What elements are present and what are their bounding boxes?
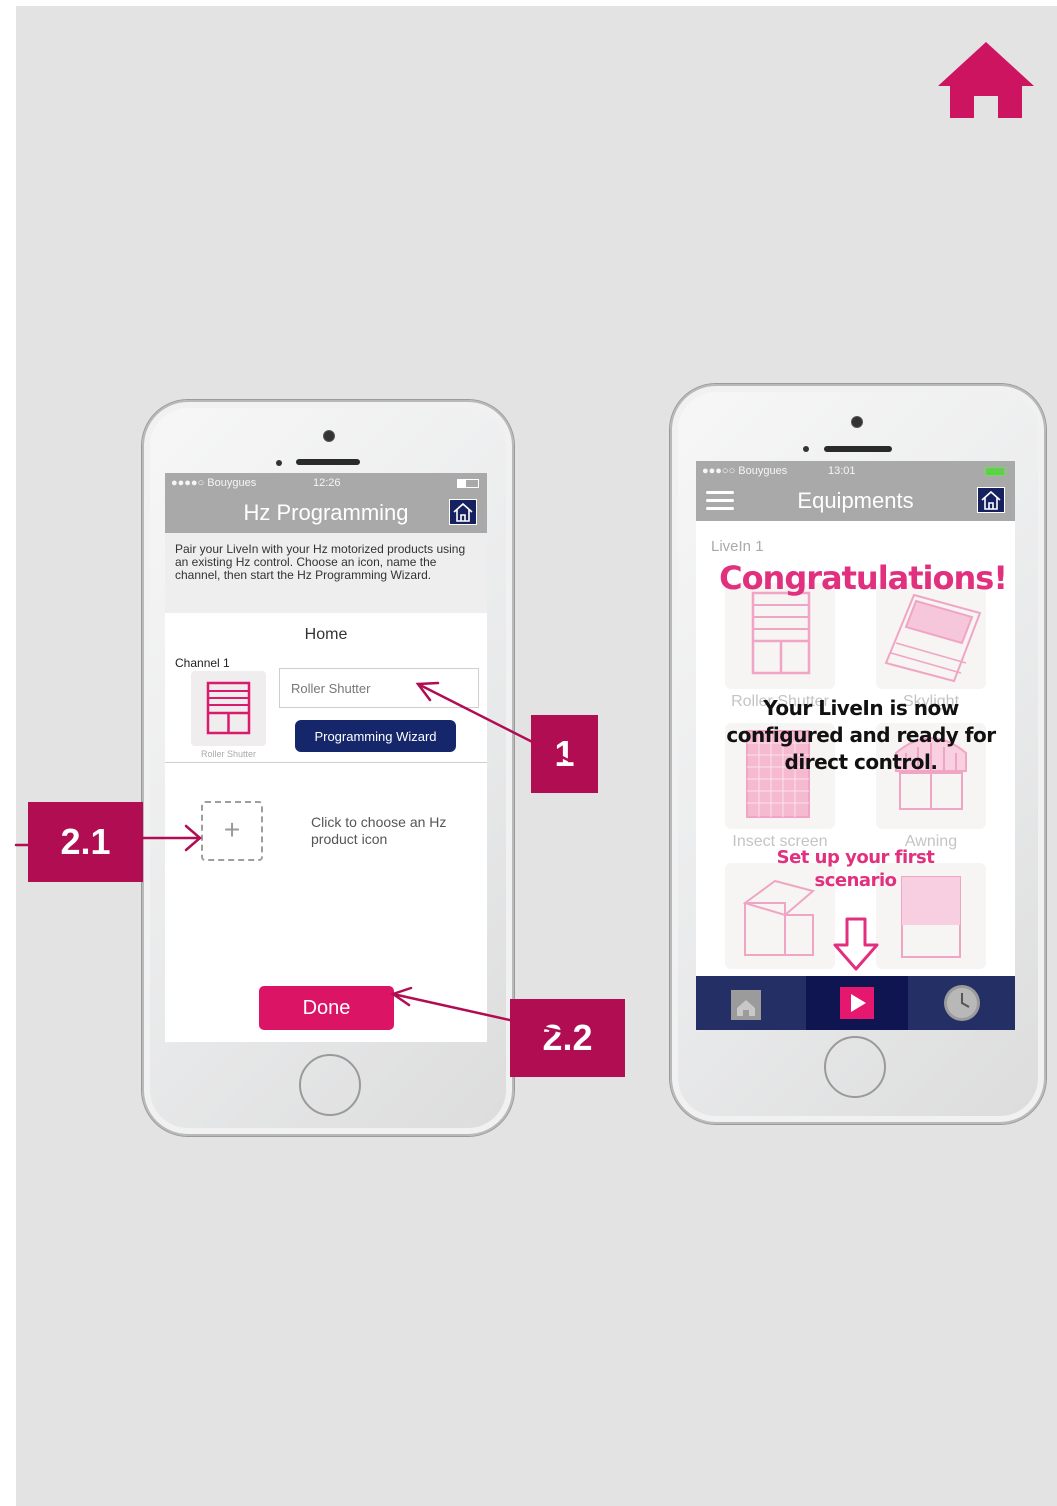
- phone-home-button[interactable]: [299, 1054, 361, 1116]
- channel-name-input[interactable]: Roller Shutter: [279, 668, 479, 708]
- congrats-heading: Congratulations!: [719, 559, 1008, 597]
- divider: [165, 762, 487, 763]
- roller-shutter-tile[interactable]: [725, 583, 835, 689]
- callout-2-1: 2.1: [28, 802, 143, 882]
- status-time: 13:01: [828, 465, 856, 477]
- page-title: Equipments: [797, 488, 914, 513]
- roller-shutter-icon[interactable]: [191, 671, 266, 746]
- front-camera: [323, 430, 335, 442]
- intro-text: Pair your LiveIn with your Hz motorized …: [165, 533, 487, 613]
- add-product-icon[interactable]: +: [201, 801, 263, 861]
- carrier-label: ●●●●○ Bouygues: [171, 477, 257, 489]
- status-time: 12:26: [313, 477, 341, 489]
- icon-caption: Roller Shutter: [200, 749, 257, 759]
- configured-message: Your LiveIn is now configured and ready …: [726, 696, 996, 774]
- carrier-label: ●●●○○ Bouygues: [702, 465, 788, 477]
- callout-1: 1: [531, 715, 598, 793]
- choose-icon-text: Click to choose an Hz product icon: [311, 814, 447, 847]
- nav-bar: Equipments: [696, 481, 1015, 521]
- front-camera: [851, 416, 863, 428]
- status-bar: ●●●●○ Bouygues 12:26: [165, 473, 487, 493]
- equipments-screen: ●●●○○ Bouygues 13:01 Equipments LiveIn 1…: [696, 461, 1015, 1030]
- channel-label: Channel 1: [175, 656, 230, 670]
- speaker-grille: [824, 446, 892, 452]
- home-icon[interactable]: [936, 40, 1036, 120]
- sensor-dot: [803, 446, 809, 452]
- tab-home[interactable]: [696, 976, 804, 1030]
- done-button[interactable]: Done: [259, 986, 394, 1030]
- tab-bar: [696, 976, 1015, 1030]
- speaker-grille: [296, 459, 360, 465]
- nav-home-icon[interactable]: [977, 487, 1005, 513]
- section-title: Home: [304, 626, 348, 643]
- tab-scenarios[interactable]: [806, 976, 908, 1030]
- status-bar: ●●●○○ Bouygues 13:01: [696, 461, 1015, 481]
- battery-icon: [985, 467, 1007, 476]
- down-arrow-icon: [833, 917, 879, 971]
- hz-programming-screen: ●●●●○ Bouygues 12:26 Hz Programming Pair…: [165, 473, 487, 1042]
- skylight-tile[interactable]: [876, 583, 986, 689]
- tab-timer[interactable]: [909, 976, 1015, 1030]
- setup-scenario-hint: Set up your first scenario: [776, 847, 935, 891]
- page-title: Hz Programming: [243, 500, 409, 525]
- sensor-dot: [276, 460, 282, 466]
- phone-home-button[interactable]: [824, 1036, 886, 1098]
- group-label: LiveIn 1: [711, 538, 764, 555]
- callout-2-2: 2.2: [510, 999, 625, 1077]
- nav-home-icon[interactable]: [449, 499, 477, 525]
- nav-bar: Hz Programming: [165, 493, 487, 533]
- battery-icon: [457, 479, 479, 488]
- programming-wizard-button[interactable]: Programming Wizard: [295, 720, 456, 752]
